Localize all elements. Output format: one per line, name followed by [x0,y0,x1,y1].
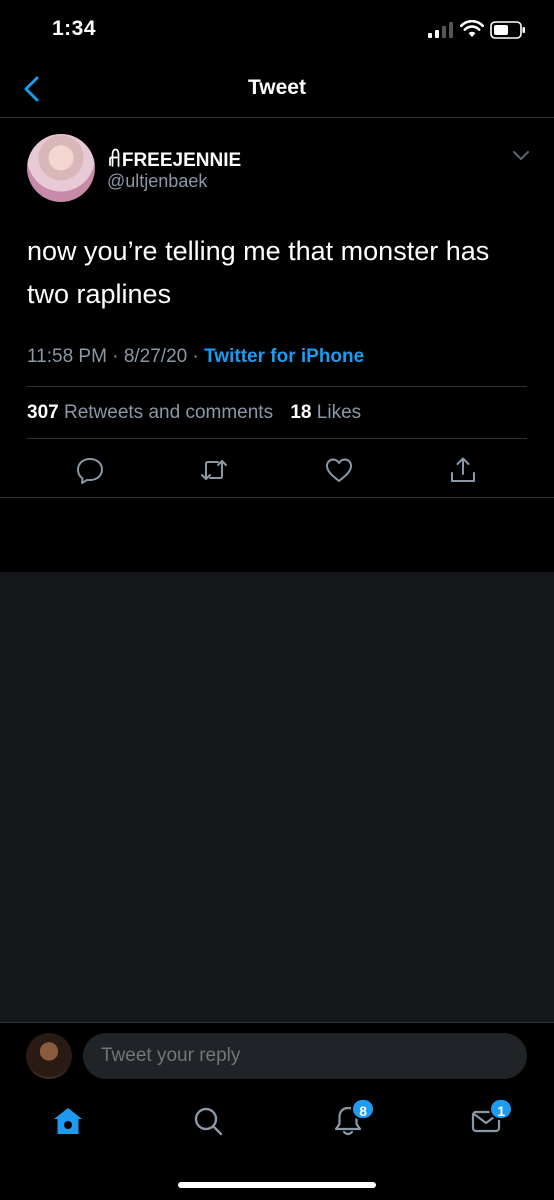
home-icon [54,1108,82,1134]
retweets-label: Retweets and comments [63,402,274,423]
meta-separator: · [192,346,199,367]
author-avatar[interactable] [27,134,95,202]
tweet-stats: 307 Retweets and comments 18 Likes [27,402,361,424]
nav-bar: Tweet [0,60,554,118]
status-bar: 1:34 [0,0,554,60]
tab-messages[interactable]: 1 [469,1098,513,1138]
tab-home[interactable] [51,1104,85,1138]
retweets-stat[interactable]: 307 Retweets and comments [27,402,273,423]
like-heart-icon[interactable] [324,455,354,485]
tweet-detail: ꋬFREEJENNIE @ultjenbaek now you’re telli… [0,118,554,498]
likes-count: 18 [290,402,312,423]
meta-separator: · [112,346,119,367]
user-avatar[interactable] [26,1033,72,1079]
battery-icon [490,21,525,39]
messages-badge: 1 [489,1098,513,1120]
wifi-icon [460,20,484,37]
cellular-signal-icon [428,22,453,38]
tweet-time: 11:58 PM [27,346,107,367]
reply-input[interactable] [83,1033,527,1079]
search-icon [194,1107,223,1136]
tweet-meta: 11:58 PM · 8/27/20 · Twitter for iPhone [27,346,364,368]
retweets-count: 307 [27,402,59,423]
reply-icon[interactable] [75,455,105,485]
tweet-actions [0,455,554,485]
notifications-badge: 8 [351,1098,375,1120]
divider [27,438,527,439]
page-title: Tweet [248,76,306,99]
author-display-name[interactable]: ꋬFREEJENNIE [107,146,241,172]
tab-notifications[interactable]: 8 [331,1098,375,1138]
tweet-source-link[interactable]: Twitter for iPhone [204,346,364,367]
retweet-icon[interactable] [199,455,229,485]
screen: 1:34 Tweet ꋬFREEJENNIE @ultjenbaek now y… [0,0,554,1200]
reply-bar [0,1022,554,1090]
chevron-down-icon[interactable] [512,150,530,162]
author-handle[interactable]: @ultjenbaek [107,171,207,192]
likes-label: Likes [316,402,362,423]
status-time: 1:34 [52,17,97,40]
home-indicator [178,1182,376,1188]
share-icon[interactable] [448,455,478,485]
tweet-text: now you’re telling me that monster has t… [27,236,490,309]
tweet-date: 8/27/20 [123,346,188,367]
likes-stat[interactable]: 18 Likes [290,402,361,423]
replies-empty-area [0,572,554,1022]
divider [27,386,527,387]
tab-explore[interactable] [191,1104,225,1138]
